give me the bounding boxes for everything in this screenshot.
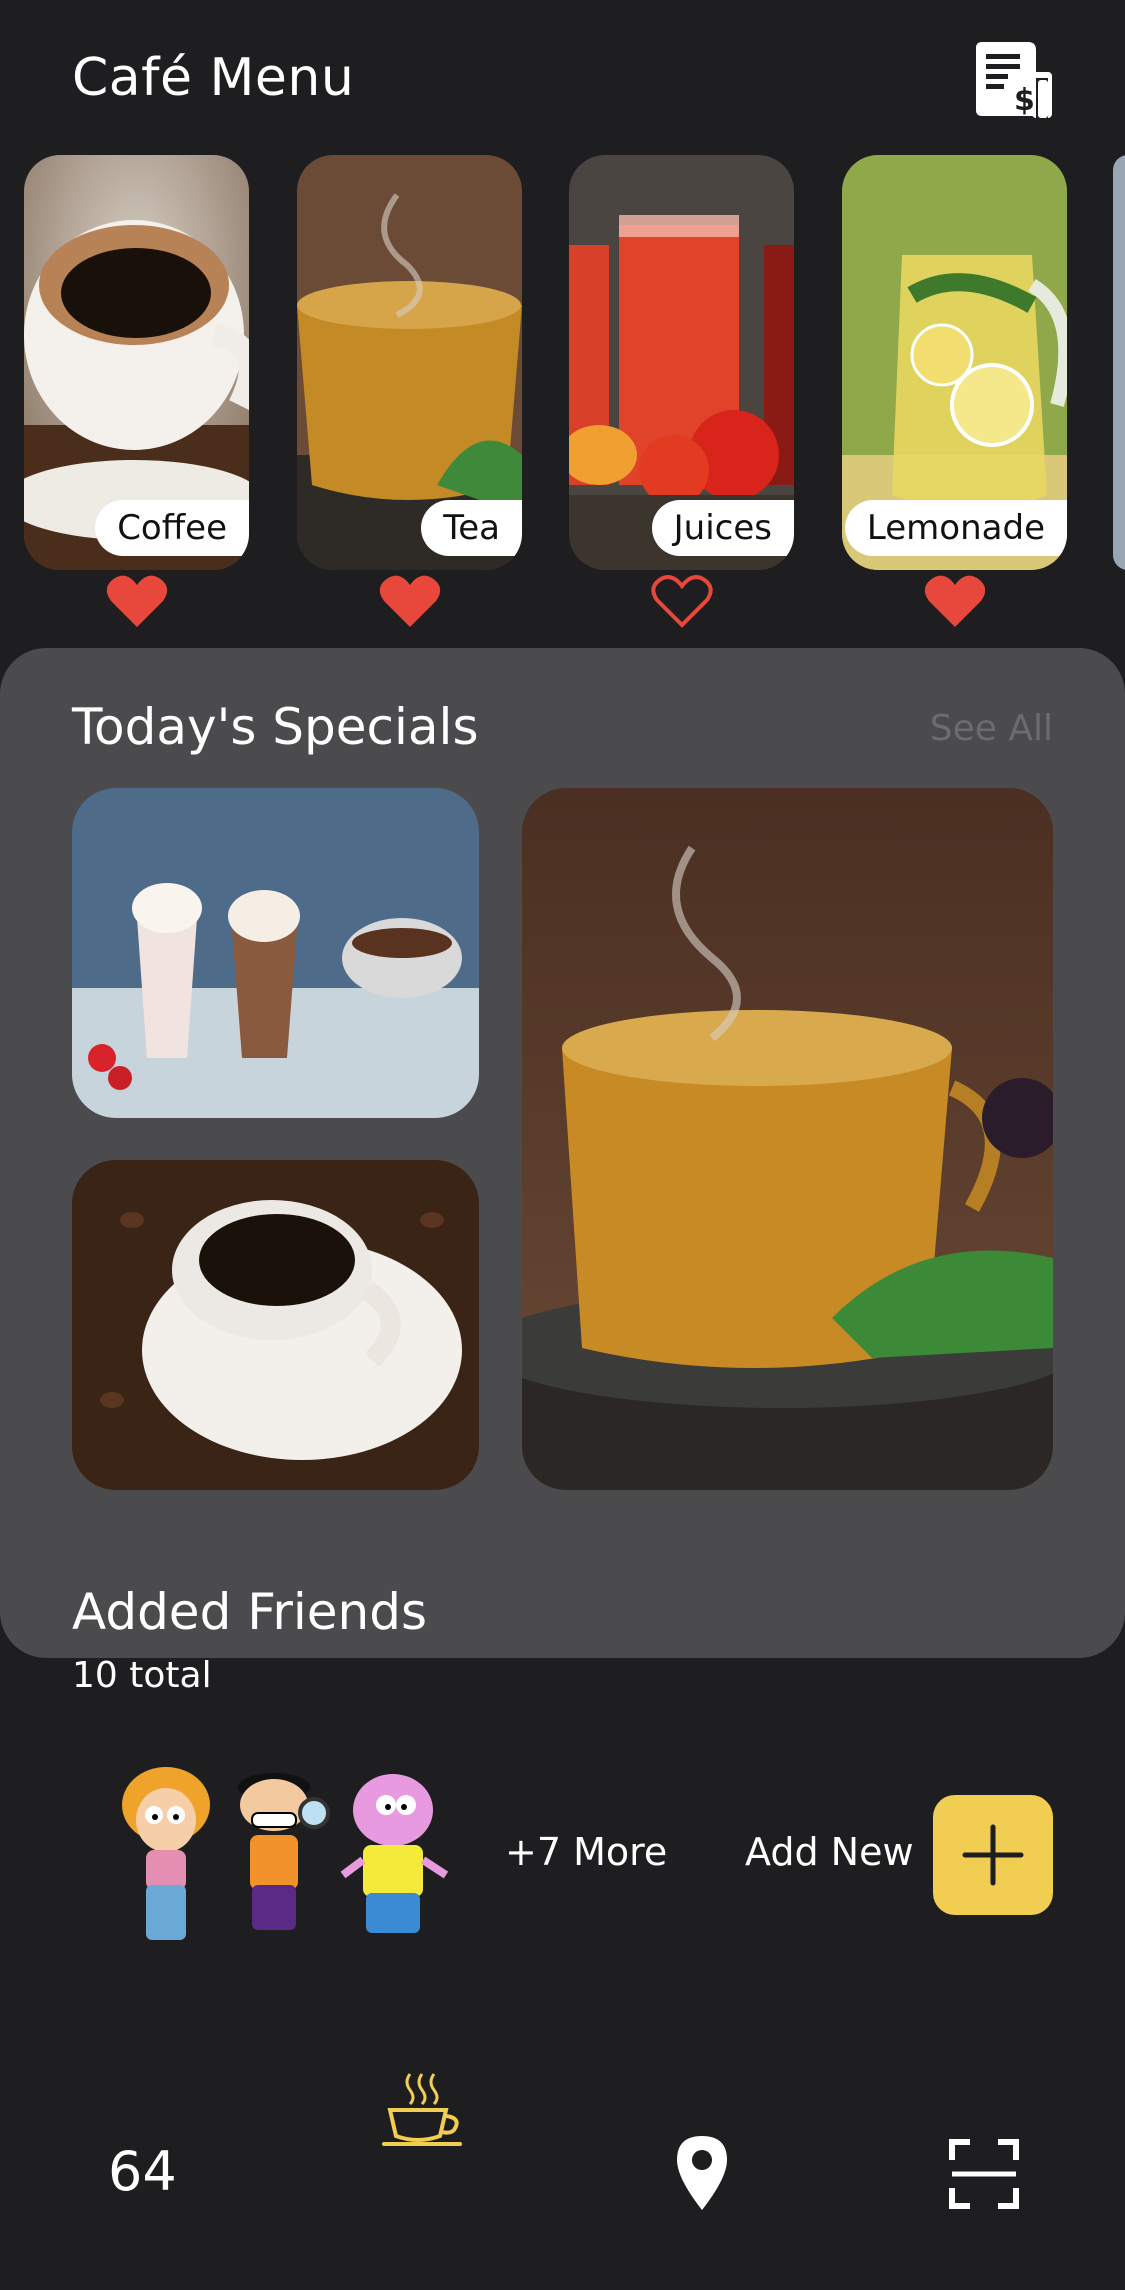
bottom-navigation: 64 (0, 2040, 1125, 2290)
friend-avatar[interactable] (222, 1765, 337, 1945)
favorite-heart-outline-icon[interactable] (650, 573, 714, 629)
specials-panel: Today's Specials See All Added Friends (0, 648, 1125, 1658)
specials-title: Today's Specials (72, 698, 479, 756)
category-card-juices[interactable]: Juices (569, 155, 794, 570)
favorite-heart-icon[interactable] (923, 573, 987, 629)
special-tile-milkshake[interactable] (72, 788, 479, 1118)
svg-text:$: $ (1014, 83, 1035, 118)
category-card-tea[interactable]: Tea (297, 155, 522, 570)
category-label: Tea (421, 500, 522, 556)
category-card-partial[interactable] (1113, 155, 1125, 570)
favorite-heart-icon[interactable] (378, 573, 442, 629)
coffee-beans-photo (72, 1160, 479, 1490)
favorite-heart-icon[interactable] (105, 573, 169, 629)
category-label: Lemonade (844, 500, 1067, 556)
category-card-coffee[interactable]: Coffee (24, 155, 249, 570)
plus-icon (962, 1824, 1024, 1886)
location-pin-icon[interactable] (673, 2132, 731, 2212)
add-friend-button[interactable] (933, 1795, 1053, 1915)
bill-button[interactable]: $ (970, 38, 1056, 124)
category-card-lemonade[interactable]: Lemonade (842, 155, 1067, 570)
tea-cup-photo (522, 788, 1053, 1490)
friends-title: Added Friends (72, 1583, 428, 1641)
nav-counter: 64 (108, 2140, 177, 2203)
friends-total: 10 total (72, 1655, 212, 1696)
bill-dollar-icon: $ (976, 42, 1052, 118)
header: Café Menu $ (0, 0, 1125, 150)
milkshake-photo (72, 788, 479, 1118)
scan-icon[interactable] (948, 2138, 1020, 2210)
friend-avatar[interactable] (338, 1765, 453, 1945)
friend-avatar[interactable] (108, 1765, 223, 1945)
page-title: Café Menu (72, 48, 355, 108)
add-new-label: Add New (745, 1830, 914, 1874)
special-tile-tea[interactable] (522, 788, 1053, 1490)
more-friends-label[interactable]: +7 More (505, 1830, 667, 1874)
category-label: Coffee (95, 500, 249, 556)
category-label: Juices (651, 500, 794, 556)
coffee-cup-icon[interactable] (380, 2070, 464, 2154)
special-tile-coffee[interactable] (72, 1160, 479, 1490)
see-all-link[interactable]: See All (930, 708, 1053, 749)
category-carousel[interactable]: Coffee Tea Juices Lemonade (0, 155, 1125, 635)
